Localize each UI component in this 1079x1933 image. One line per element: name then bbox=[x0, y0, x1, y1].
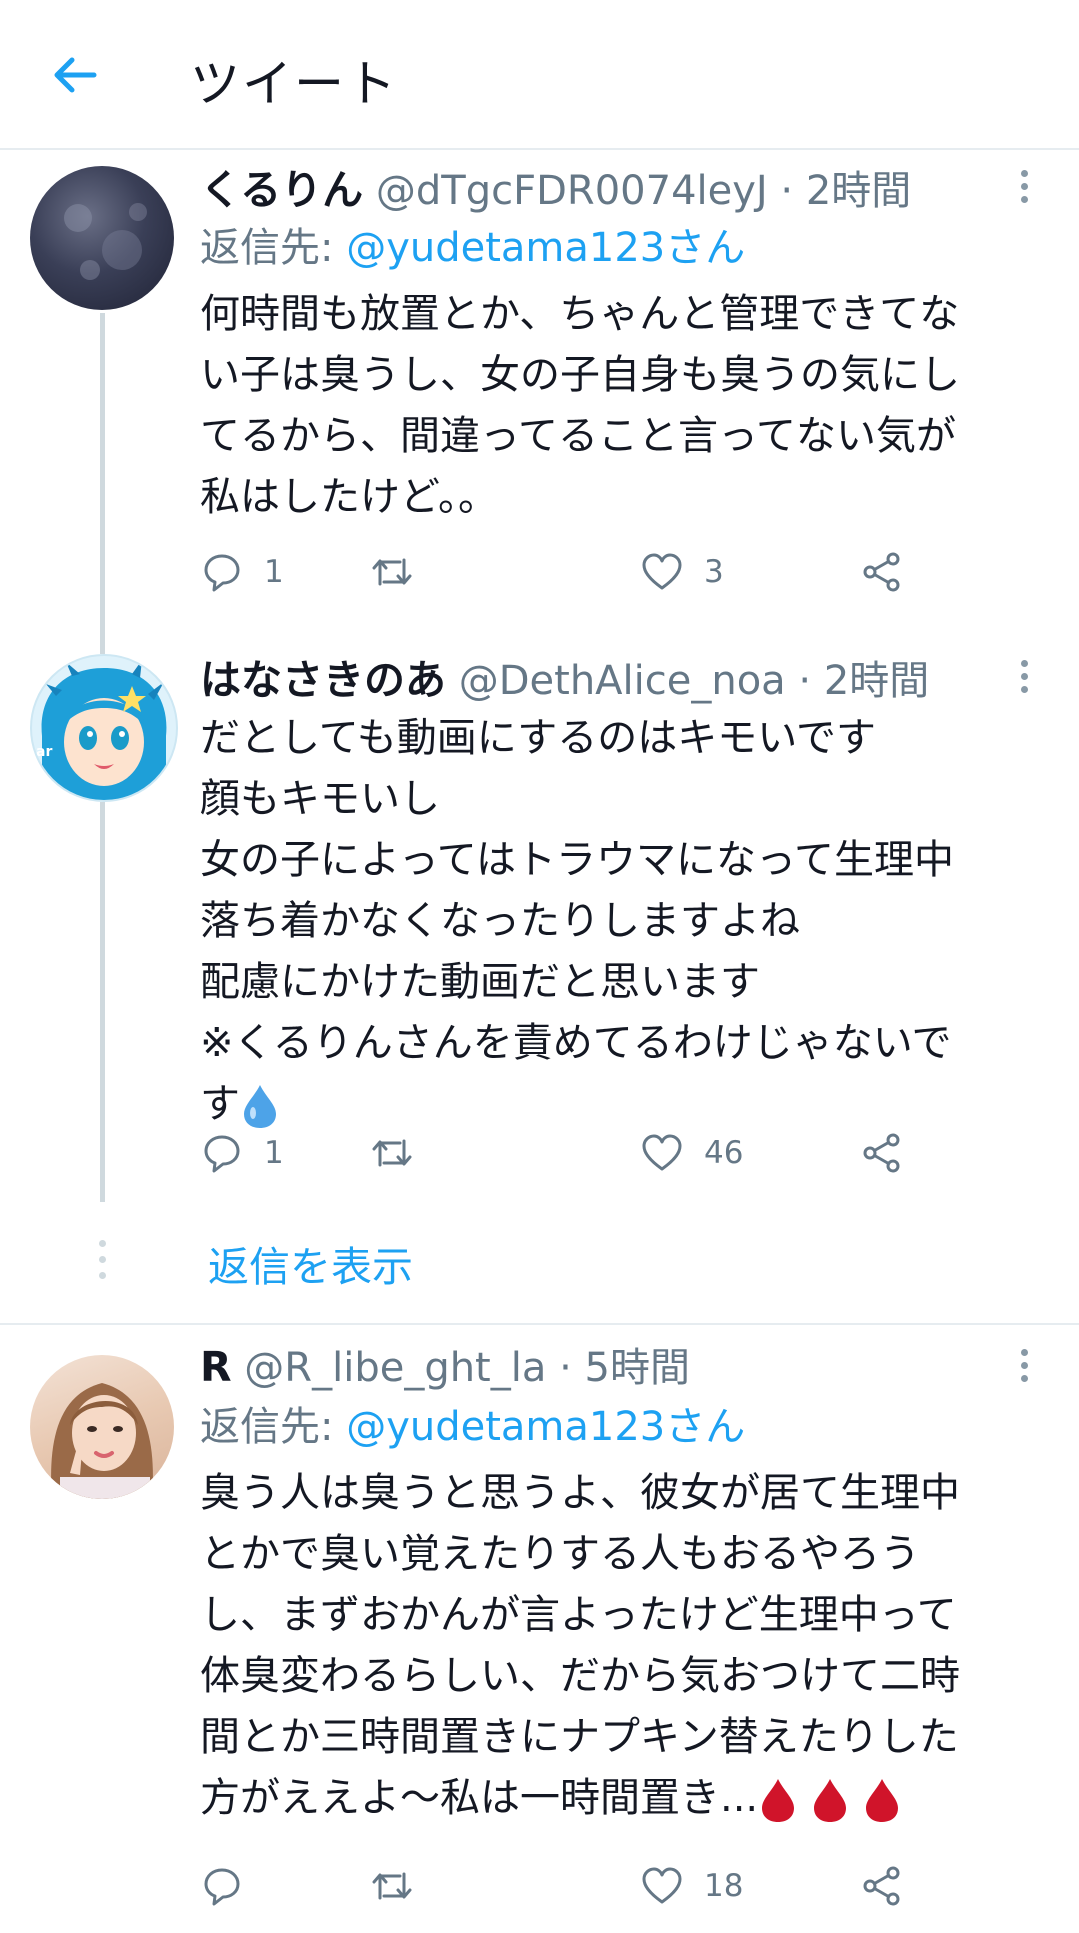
reply-count: 1 bbox=[264, 1135, 284, 1171]
thread-line bbox=[100, 313, 105, 638]
tweet-actions: 1 3 bbox=[200, 542, 1020, 602]
heart-icon bbox=[642, 1134, 682, 1171]
svg-text:ar: ar bbox=[36, 744, 52, 760]
tweet-actions bbox=[200, 928, 1020, 988]
tweet-line-last: 方がええよ〜私は一時間置き... bbox=[200, 1768, 1040, 1829]
separator: · bbox=[780, 168, 794, 214]
replying-to-label: 返信先: bbox=[200, 1404, 334, 1450]
blood-drop-emoji bbox=[758, 1775, 902, 1822]
mention-link[interactable]: @yudetama123さん bbox=[346, 1404, 745, 1450]
tweet-line: 体臭変わるらしい、だから気おつけて二時 bbox=[200, 1653, 960, 1699]
app-header: ツイート bbox=[0, 0, 1079, 150]
like-button[interactable]: 18 bbox=[640, 1856, 743, 1916]
tweet-text: 何時間も放置とか、ちゃんと管理できてな い子は臭うし、女の子自身も臭うの気にし … bbox=[200, 284, 1040, 528]
reply-icon bbox=[204, 1868, 240, 1906]
like-count: 46 bbox=[704, 1135, 744, 1171]
tweet-card[interactable]: R @R_libe_ght_la · 5時間 返信先: @yudetama123… bbox=[0, 1325, 1079, 1933]
retweet-button[interactable] bbox=[370, 1856, 414, 1916]
heart-icon bbox=[642, 1867, 682, 1904]
share-icon bbox=[863, 552, 900, 592]
tweet-line: だとしても動画にするのはキモいです bbox=[200, 715, 876, 761]
blood-drop-icon bbox=[814, 1779, 847, 1822]
display-name[interactable]: はなさきのあ bbox=[200, 656, 446, 704]
like-count: 18 bbox=[704, 1868, 744, 1904]
retweet-button[interactable] bbox=[370, 542, 414, 602]
timestamp[interactable]: 5時間 bbox=[585, 1345, 690, 1391]
display-name[interactable]: くるりん bbox=[200, 166, 363, 214]
username[interactable]: @DethAlice_noa bbox=[459, 658, 786, 704]
more-options-icon[interactable] bbox=[1015, 170, 1033, 209]
avatar[interactable]: ar bbox=[30, 654, 178, 802]
like-count: 3 bbox=[704, 554, 724, 590]
tweet-line: し、まずおかんが言よったけど生理中って bbox=[200, 1592, 957, 1638]
tweet-line: ※くるりんさんを責めてるわけじゃないで bbox=[200, 1020, 952, 1066]
tweet-card[interactable]: くるりん @dTgcFDR0074leyJ · 2時間 返信先: @yudeta… bbox=[0, 148, 1079, 638]
tweet-line: 臭う人は臭うと思うよ、彼女が居て生理中 bbox=[200, 1470, 960, 1516]
reply-button[interactable]: 1 bbox=[200, 1123, 284, 1183]
avatar[interactable] bbox=[30, 1355, 174, 1499]
blood-drop-icon bbox=[866, 1779, 899, 1822]
blood-drop-icon bbox=[762, 1779, 795, 1822]
avatar[interactable] bbox=[30, 166, 174, 310]
tweet-actions: 1 46 bbox=[200, 1123, 1020, 1183]
tweet-line: す bbox=[200, 1081, 240, 1127]
retweet-button[interactable] bbox=[370, 1123, 414, 1183]
tweet-line: 方がええよ〜私は一時間置き... bbox=[200, 1775, 759, 1821]
replying-to-label: 返信先: bbox=[200, 225, 334, 271]
page-title: ツイート bbox=[190, 55, 398, 113]
back-arrow-icon[interactable] bbox=[48, 48, 102, 102]
tweet-actions: 18 bbox=[200, 1856, 1020, 1916]
share-button[interactable] bbox=[860, 1856, 904, 1916]
heart-icon bbox=[642, 553, 682, 590]
replying-to: 返信先: @yudetama123さん bbox=[200, 1399, 745, 1455]
share-icon bbox=[863, 1133, 900, 1173]
mention-link[interactable]: @yudetama123さん bbox=[346, 225, 745, 271]
tweet-line: 間とか三時間置きにナプキン替えたりした bbox=[200, 1714, 959, 1760]
reply-icon bbox=[204, 1135, 240, 1173]
share-button[interactable] bbox=[860, 1123, 904, 1183]
display-name[interactable]: R bbox=[200, 1343, 232, 1391]
tweet-line: 女の子によってはトラウマになって生理中 bbox=[200, 837, 954, 883]
replying-to: 返信先: @yudetama123さん bbox=[200, 220, 745, 276]
more-options-icon[interactable] bbox=[1015, 1349, 1033, 1388]
reply-count: 1 bbox=[264, 554, 284, 590]
show-replies-link[interactable]: 返信を表示 bbox=[208, 1233, 413, 1293]
tweet-line: てるから、間違ってること言ってない気が bbox=[200, 413, 956, 459]
tweet-line: とかで臭い覚えたりする人もおるやろう bbox=[200, 1531, 920, 1577]
tweet-line: 顔もキモいし bbox=[200, 776, 440, 822]
username[interactable]: @dTgcFDR0074leyJ bbox=[376, 168, 768, 214]
tweet-header: はなさきのあ @DethAlice_noa · 2時間 bbox=[200, 652, 929, 708]
more-options-icon[interactable] bbox=[1015, 660, 1033, 699]
like-button[interactable]: 3 bbox=[640, 542, 724, 602]
thread-line bbox=[100, 638, 105, 654]
tweet-line: 私はしたけど。。 bbox=[200, 474, 498, 520]
tweet-line: 何時間も放置とか、ちゃんと管理できてな bbox=[200, 291, 960, 337]
separator: · bbox=[798, 658, 812, 704]
tweet-header: くるりん @dTgcFDR0074leyJ · 2時間 bbox=[200, 162, 911, 218]
tweet-line: い子は臭うし、女の子自身も臭うの気にし bbox=[200, 352, 960, 398]
reply-button[interactable]: 1 bbox=[200, 542, 284, 602]
timestamp[interactable]: 2時間 bbox=[824, 658, 929, 704]
tweet-text: だとしても動画にするのはキモいです 顔もキモいし 女の子によってはトラウマになっ… bbox=[200, 708, 1040, 1135]
like-button[interactable]: 46 bbox=[640, 1123, 743, 1183]
thread-line bbox=[100, 802, 105, 1202]
reply-icon bbox=[204, 554, 240, 592]
timestamp[interactable]: 2時間 bbox=[806, 168, 911, 214]
retweet-icon bbox=[372, 1872, 412, 1900]
tweet-text: 臭う人は臭うと思うよ、彼女が居て生理中 とかで臭い覚えたりする人もおるやろう し… bbox=[200, 1463, 1040, 1829]
tweet-card[interactable]: ar はなさきのあ @DethAlice_noa · 2時間 だとしても動画にす… bbox=[0, 638, 1079, 1323]
separator: · bbox=[559, 1345, 572, 1391]
username[interactable]: @R_libe_ght_la bbox=[244, 1345, 546, 1391]
retweet-icon bbox=[372, 558, 412, 586]
thread-dots bbox=[96, 1240, 108, 1288]
reply-button[interactable] bbox=[200, 1856, 244, 1916]
retweet-icon bbox=[372, 1139, 412, 1167]
tweet-header: R @R_libe_ght_la · 5時間 bbox=[200, 1339, 690, 1395]
share-icon bbox=[863, 1866, 900, 1906]
share-button[interactable] bbox=[860, 542, 904, 602]
